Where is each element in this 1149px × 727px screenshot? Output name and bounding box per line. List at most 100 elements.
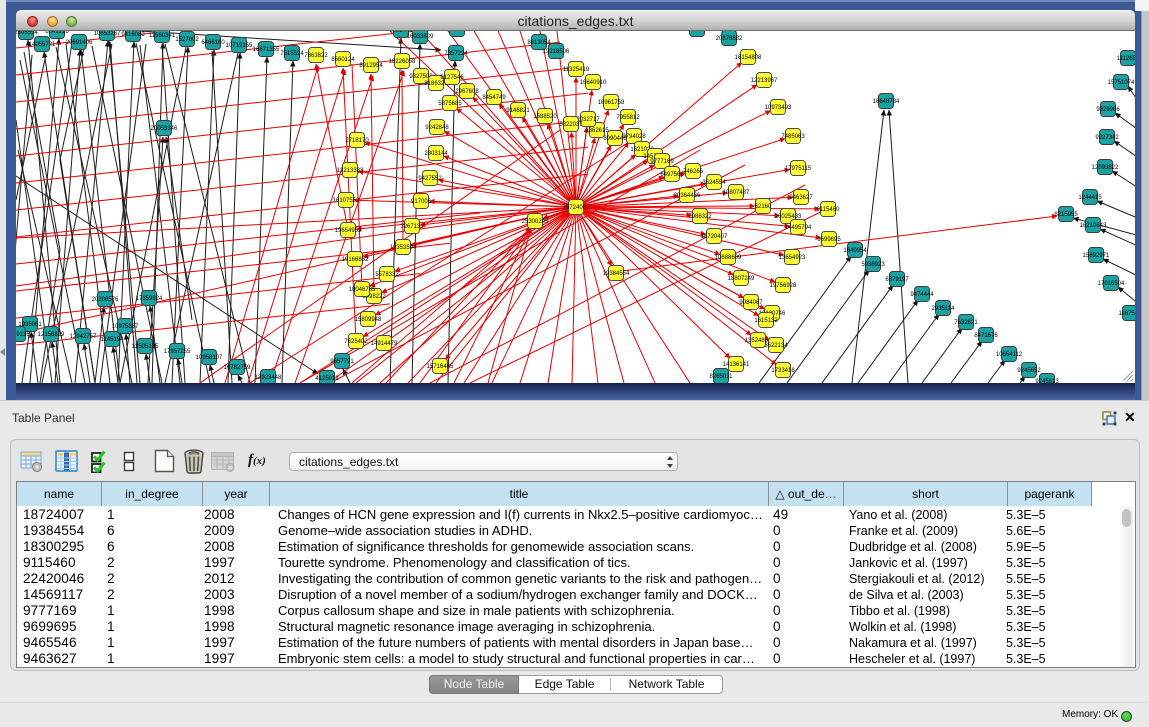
svg-text:8215955: 8215955 xyxy=(1054,212,1078,218)
svg-text:20053346: 20053346 xyxy=(151,126,178,132)
svg-text:18807249: 18807249 xyxy=(728,276,755,282)
svg-text:17359924: 17359924 xyxy=(136,296,163,302)
svg-text:9427552: 9427552 xyxy=(418,176,442,182)
svg-text:12505135: 12505135 xyxy=(132,344,159,350)
svg-text:12923448: 12923448 xyxy=(255,375,282,381)
svg-text:5578332: 5578332 xyxy=(375,272,399,278)
svg-text:9127546: 9127546 xyxy=(440,75,464,81)
svg-text:1167534: 1167534 xyxy=(1119,311,1135,317)
svg-text:20691406: 20691406 xyxy=(66,40,93,46)
svg-text:16938803: 16938803 xyxy=(684,31,711,33)
svg-text:18724007: 18724007 xyxy=(563,205,590,211)
svg-text:8471676: 8471676 xyxy=(974,333,998,339)
svg-text:8454749: 8454749 xyxy=(482,95,506,101)
svg-text:6466160: 6466160 xyxy=(201,40,225,46)
svg-text:4125012: 4125012 xyxy=(315,376,339,382)
svg-text:20364436: 20364436 xyxy=(674,193,701,199)
svg-text:19654952: 19654952 xyxy=(335,228,362,234)
svg-text:6497568: 6497568 xyxy=(660,172,684,178)
svg-text:1588520: 1588520 xyxy=(533,114,557,120)
svg-text:16210643: 16210643 xyxy=(1080,223,1107,229)
svg-text:1145194: 1145194 xyxy=(101,337,125,343)
svg-text:18226058: 18226058 xyxy=(389,59,416,65)
svg-text:917006: 917006 xyxy=(411,199,432,205)
svg-text:9227342: 9227342 xyxy=(1095,135,1119,141)
svg-text:10973493: 10973493 xyxy=(765,105,792,111)
svg-text:9777169: 9777169 xyxy=(650,159,674,165)
svg-text:11325419: 11325419 xyxy=(563,67,590,73)
svg-text:9474444: 9474444 xyxy=(910,292,934,298)
svg-text:1244415: 1244415 xyxy=(1078,195,1102,201)
svg-text:16640910: 16640910 xyxy=(580,80,607,86)
svg-text:16671355: 16671355 xyxy=(253,47,280,53)
svg-text:1733416: 1733416 xyxy=(771,368,795,374)
svg-text:3522134: 3522134 xyxy=(764,343,788,349)
svg-text:1527602: 1527602 xyxy=(175,37,199,43)
svg-text:9657791: 9657791 xyxy=(330,359,354,365)
svg-text:7485063: 7485063 xyxy=(781,134,805,140)
svg-text:5938923: 5938923 xyxy=(861,262,885,268)
svg-text:10688609: 10688609 xyxy=(715,255,742,261)
svg-text:7955812: 7955812 xyxy=(616,115,640,121)
svg-text:2803144: 2803144 xyxy=(424,151,448,157)
svg-text:8660124: 8660124 xyxy=(331,57,355,63)
svg-text:12093822: 12093822 xyxy=(1092,165,1119,171)
svg-text:9245652: 9245652 xyxy=(1017,368,1041,374)
svg-text:2805554: 2805554 xyxy=(16,31,38,36)
svg-text:7632621: 7632621 xyxy=(954,320,978,326)
svg-text:19384554: 19384554 xyxy=(603,271,630,277)
svg-text:8265011: 8265011 xyxy=(710,374,734,380)
svg-text:5875685: 5875685 xyxy=(438,101,462,107)
svg-text:9084067: 9084067 xyxy=(739,300,763,306)
svg-text:746266: 746266 xyxy=(683,169,704,175)
svg-text:2718170: 2718170 xyxy=(345,138,369,144)
svg-text:12213967: 12213967 xyxy=(751,78,778,84)
svg-text:8813054: 8813054 xyxy=(527,40,551,46)
svg-text:20876882: 20876882 xyxy=(716,36,743,42)
svg-text:13654923: 13654923 xyxy=(779,255,806,261)
svg-text:17016504: 17016504 xyxy=(1098,281,1125,287)
svg-text:14055721: 14055721 xyxy=(29,42,56,48)
svg-text:3919136: 3919136 xyxy=(16,332,30,338)
svg-text:2967608: 2967608 xyxy=(455,89,479,95)
svg-text:14495794: 14495794 xyxy=(785,225,812,231)
svg-text:9146821: 9146821 xyxy=(506,108,530,114)
svg-text:9699695: 9699695 xyxy=(817,237,841,243)
svg-text:2935114: 2935114 xyxy=(932,306,956,312)
svg-text:5322037: 5322037 xyxy=(559,122,583,128)
svg-text:17957255: 17957255 xyxy=(164,349,191,355)
svg-text:10653267: 10653267 xyxy=(94,31,121,37)
svg-text:16033809: 16033809 xyxy=(407,34,434,40)
svg-text:7625402: 7625402 xyxy=(344,339,368,345)
svg-text:14136141: 14136141 xyxy=(723,362,750,368)
svg-text:9416089: 9416089 xyxy=(121,32,145,38)
svg-text:9115460: 9115460 xyxy=(817,207,841,213)
svg-text:10654112: 10654112 xyxy=(996,352,1023,358)
svg-text:10975887: 10975887 xyxy=(112,324,139,330)
svg-text:9463627: 9463627 xyxy=(789,195,813,201)
svg-text:15692971: 15692971 xyxy=(1083,253,1110,259)
svg-text:7357224: 7357224 xyxy=(444,51,468,57)
svg-text:9245613: 9245613 xyxy=(1035,379,1059,383)
svg-text:9242848: 9242848 xyxy=(425,125,449,131)
svg-text:9329966: 9329966 xyxy=(1096,107,1120,113)
svg-text:12353594: 12353594 xyxy=(390,245,417,251)
svg-text:12213383: 12213383 xyxy=(337,168,364,174)
svg-text:19166852: 19166852 xyxy=(342,257,369,263)
svg-text:1615132: 1615132 xyxy=(754,318,778,324)
svg-text:7986322: 7986322 xyxy=(688,214,712,220)
svg-text:11560341: 11560341 xyxy=(149,33,176,39)
svg-text:16961758: 16961758 xyxy=(598,100,625,106)
svg-text:16107552: 16107552 xyxy=(333,198,360,204)
svg-text:10807487: 10807487 xyxy=(723,190,750,196)
svg-text:9794028: 9794028 xyxy=(622,134,646,140)
svg-text:19756928: 19756928 xyxy=(770,283,797,289)
svg-text:19218506: 19218506 xyxy=(543,49,570,55)
svg-text:16782759: 16782759 xyxy=(224,365,251,371)
svg-text:16154808: 16154808 xyxy=(735,55,762,61)
svg-text:15716485: 15716485 xyxy=(427,364,454,370)
svg-text:15809948: 15809948 xyxy=(355,317,382,323)
svg-text:12942757: 12942757 xyxy=(70,334,97,340)
svg-text:25300203: 25300203 xyxy=(522,219,549,225)
svg-text:8041216: 8041216 xyxy=(45,31,69,35)
